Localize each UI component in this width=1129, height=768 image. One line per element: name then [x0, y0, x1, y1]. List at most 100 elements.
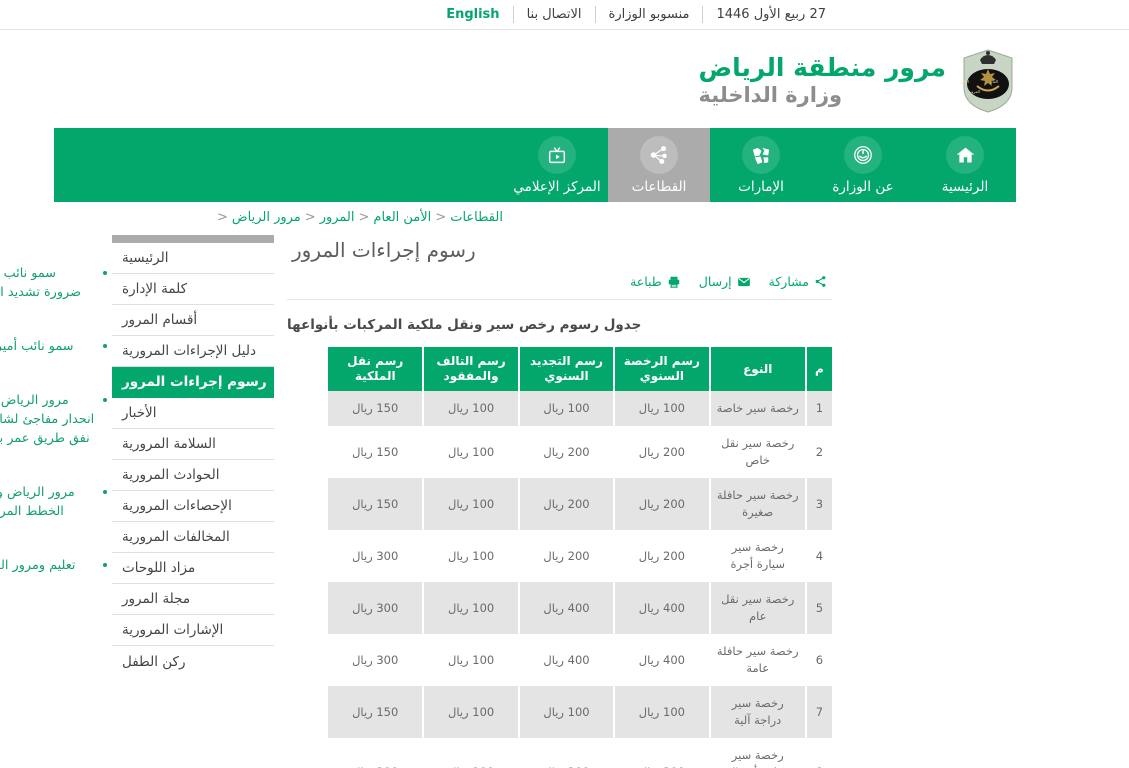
table-row: 6 رخصة سير حافلة عامة 400 ريال 400 ريال … — [328, 634, 832, 686]
cell-type: رخصة سير سيارة أجرة — [708, 530, 806, 582]
top-utility-bar: 27 ربيع الأول 1446 منسوبو الوزارة الاتصا… — [0, 0, 1129, 30]
sidebar-item-procedures-guide[interactable]: دليل الإجراءات المرورية — [112, 336, 274, 367]
sidebar-item-label: الأخبار — [122, 405, 157, 421]
sidebar-item-label: مجلة المرور — [122, 591, 191, 607]
article-tools: مشاركة إرسال طباعة — [287, 265, 832, 300]
svg-text:المرور: المرور — [968, 89, 980, 94]
sidebar-item-traffic-accidents[interactable]: الحوادث المرورية — [112, 460, 274, 491]
breadcrumb-item-public-security[interactable]: الأمن العام — [373, 210, 431, 225]
nav-label: عن الوزارة — [832, 179, 894, 195]
news-list-item[interactable]: مرور الرياض واتحاد الدراجات يبحثان الخطط… — [0, 483, 109, 540]
contact-link[interactable]: الاتصال بنا — [514, 6, 595, 24]
nav-item-home[interactable]: الرئيسية — [914, 128, 1016, 202]
nav-item-emirates[interactable]: الإمارات — [710, 128, 812, 202]
map-regions-icon — [742, 136, 780, 174]
table-row: 7 رخصة سير دراجة آلية 100 ريال 100 ريال … — [328, 686, 832, 738]
share-button[interactable]: مشاركة — [769, 274, 827, 289]
cell-annual-renewal: 200 ريال — [517, 426, 615, 478]
news-list-item[interactable]: مرور الرياض: وفاة سائق سيارة إثر انحدار … — [0, 391, 109, 467]
cell-annual-license: 200 ريال — [613, 426, 710, 478]
breadcrumb-separator: < — [358, 210, 370, 225]
cell-type: رخصة سير حافلة صغيرة — [708, 478, 806, 530]
sidebar-item-label: الرئيسية — [122, 250, 169, 266]
sidebar-item-label: دليل الإجراءات المرورية — [122, 343, 256, 359]
th-ownership-transfer-fee: رسم نقل الملكية — [328, 347, 424, 391]
news-list: سمو نائب أمير الرياض يؤكد على ضرورة تشدي… — [0, 264, 109, 594]
table-row: 4 رخصة سير سيارة أجرة 200 ريال 200 ريال … — [328, 530, 832, 582]
breadcrumb: القطاعات<الأمن العام<المرور<مرور الرياض< — [113, 210, 1129, 225]
th-type: النوع — [708, 347, 806, 391]
send-button[interactable]: إرسال — [699, 274, 751, 289]
cell-annual-license: 200 ريال — [613, 478, 710, 530]
cell-annual-renewal: 100 ريال — [517, 391, 615, 426]
sidebar-item-traffic-safety[interactable]: السلامة المرورية — [112, 429, 274, 460]
logo-title-ar: مرور منطقة الرياض — [698, 52, 946, 82]
cell-index: 1 — [804, 391, 832, 426]
sidebar-item-home[interactable]: الرئيسية — [112, 243, 274, 274]
sidebar-item-label: الحوادث المرورية — [122, 467, 220, 483]
news-panel-title: آخر الأخبار — [0, 235, 109, 264]
sidebar-item-traffic-violations[interactable]: المخالفات المرورية — [112, 522, 274, 553]
cell-index: 4 — [804, 530, 832, 582]
cell-annual-renewal: 200 ريال — [517, 478, 615, 530]
breadcrumb-item-riyadh-traffic[interactable]: مرور الرياض — [232, 210, 301, 225]
sidebar-item-plates-auction[interactable]: مزاد اللوحات — [112, 553, 274, 584]
sidebar-item-traffic-magazine[interactable]: مجلة المرور — [112, 584, 274, 615]
sidebar-item-traffic-signals[interactable]: الإشارات المرورية — [112, 615, 274, 646]
hijri-date: 27 ربيع الأول 1446 — [716, 6, 826, 22]
cell-annual-renewal: 400 ريال — [517, 582, 615, 634]
table-row: 5 رخصة سير نقل عام 400 ريال 400 ريال 100… — [328, 582, 832, 634]
sidebar-item-child-corner[interactable]: ركن الطفل — [112, 646, 274, 677]
section-sidebar-menu: الرئيسية كلمة الإدارة أقسام المرور دليل … — [112, 235, 274, 677]
cell-damaged-lost: 100 ريال — [422, 426, 519, 478]
cell-ownership-transfer: 300 ريال — [328, 530, 424, 582]
sidebar-item-traffic-fees[interactable]: رسوم إجراءات المرور — [112, 367, 274, 398]
staff-link[interactable]: منسوبو الوزارة — [596, 6, 703, 24]
cell-damaged-lost: 100 ريال — [422, 582, 519, 634]
th-annual-license-fee: رسم الرخصة السنوي — [613, 347, 710, 391]
content-area: القطاعات<الأمن العام<المرور<مرور الرياض<… — [0, 202, 1129, 768]
cell-ownership-transfer: 150 ريال — [328, 478, 424, 530]
sidebar-top-bar — [112, 235, 274, 243]
news-list-item[interactable]: تعليم ومرور الرياض: "سلامة الطلاب والطال… — [0, 556, 109, 594]
sidebar-item-traffic-statistics[interactable]: الإحصاءات المرورية — [112, 491, 274, 522]
language-switch-english[interactable]: English — [424, 6, 512, 24]
sidebar-item-label: ركن الطفل — [122, 653, 186, 670]
divider — [594, 6, 596, 23]
sidebar-item-management-word[interactable]: كلمة الإدارة — [112, 274, 274, 305]
sidebar-item-news[interactable]: الأخبار — [112, 398, 274, 429]
nav-item-media-center[interactable]: المركز الإعلامي — [506, 128, 608, 202]
network-share-icon — [640, 136, 678, 174]
cell-index: 7 — [804, 686, 832, 738]
nav-item-sectors[interactable]: القطاعات — [608, 128, 710, 202]
sidebar-item-label: كلمة الإدارة — [122, 281, 188, 297]
breadcrumb-item-traffic[interactable]: المرور — [320, 210, 355, 225]
table-header-row: م النوع رسم الرخصة السنوي رسم التجديد ال… — [328, 347, 832, 391]
sidebar-item-label: أقسام المرور — [122, 312, 198, 328]
breadcrumb-item-sectors[interactable]: القطاعات — [450, 210, 503, 225]
news-list-item[interactable]: سمو نائب أمير الرياض يؤكد على ضرورة تشدي… — [0, 264, 109, 321]
cell-index: 5 — [804, 582, 832, 634]
envelope-icon — [737, 277, 750, 286]
site-logo[interactable]: الأمن العام المرور مرور منطقة الرياض وزا… — [699, 48, 1016, 114]
cell-annual-license: 300 ريال — [613, 738, 710, 768]
svg-text:الأمن: الأمن — [960, 79, 969, 84]
printer-icon — [668, 276, 680, 288]
cell-ownership-transfer: 150 ريال — [328, 426, 424, 478]
sidebar-item-traffic-departments[interactable]: أقسام المرور — [112, 305, 274, 336]
cell-ownership-transfer: 300 ريال — [328, 634, 424, 686]
table-row: 2 رخصة سير نقل خاص 200 ريال 200 ريال 100… — [328, 426, 832, 478]
th-damaged-lost-fee: رسم التالف والمفقود — [422, 347, 519, 391]
share-icon — [815, 276, 826, 287]
cell-ownership-transfer: 300 ريال — [328, 582, 424, 634]
table-row: 8 رخصة سير مركبة أشغال عامة 300 ريال 300… — [328, 738, 832, 768]
cell-ownership-transfer: 150 ريال — [328, 391, 424, 426]
cell-annual-renewal: 300 ريال — [517, 738, 615, 768]
nav-item-about-ministry[interactable]: عن الوزارة — [812, 128, 914, 202]
print-button[interactable]: طباعة — [630, 274, 681, 289]
article: رسوم إجراءات المرور مشاركة إرسال طباعة ج… — [287, 235, 832, 768]
news-list-item[interactable]: سمو نائب أمير الرياض يستقبل مدير مرور ال… — [0, 337, 109, 375]
divider — [512, 6, 514, 23]
nav-label: المركز الإعلامي — [513, 179, 601, 195]
cell-type: رخصة سير مركبة أشغال عامة — [708, 738, 806, 768]
